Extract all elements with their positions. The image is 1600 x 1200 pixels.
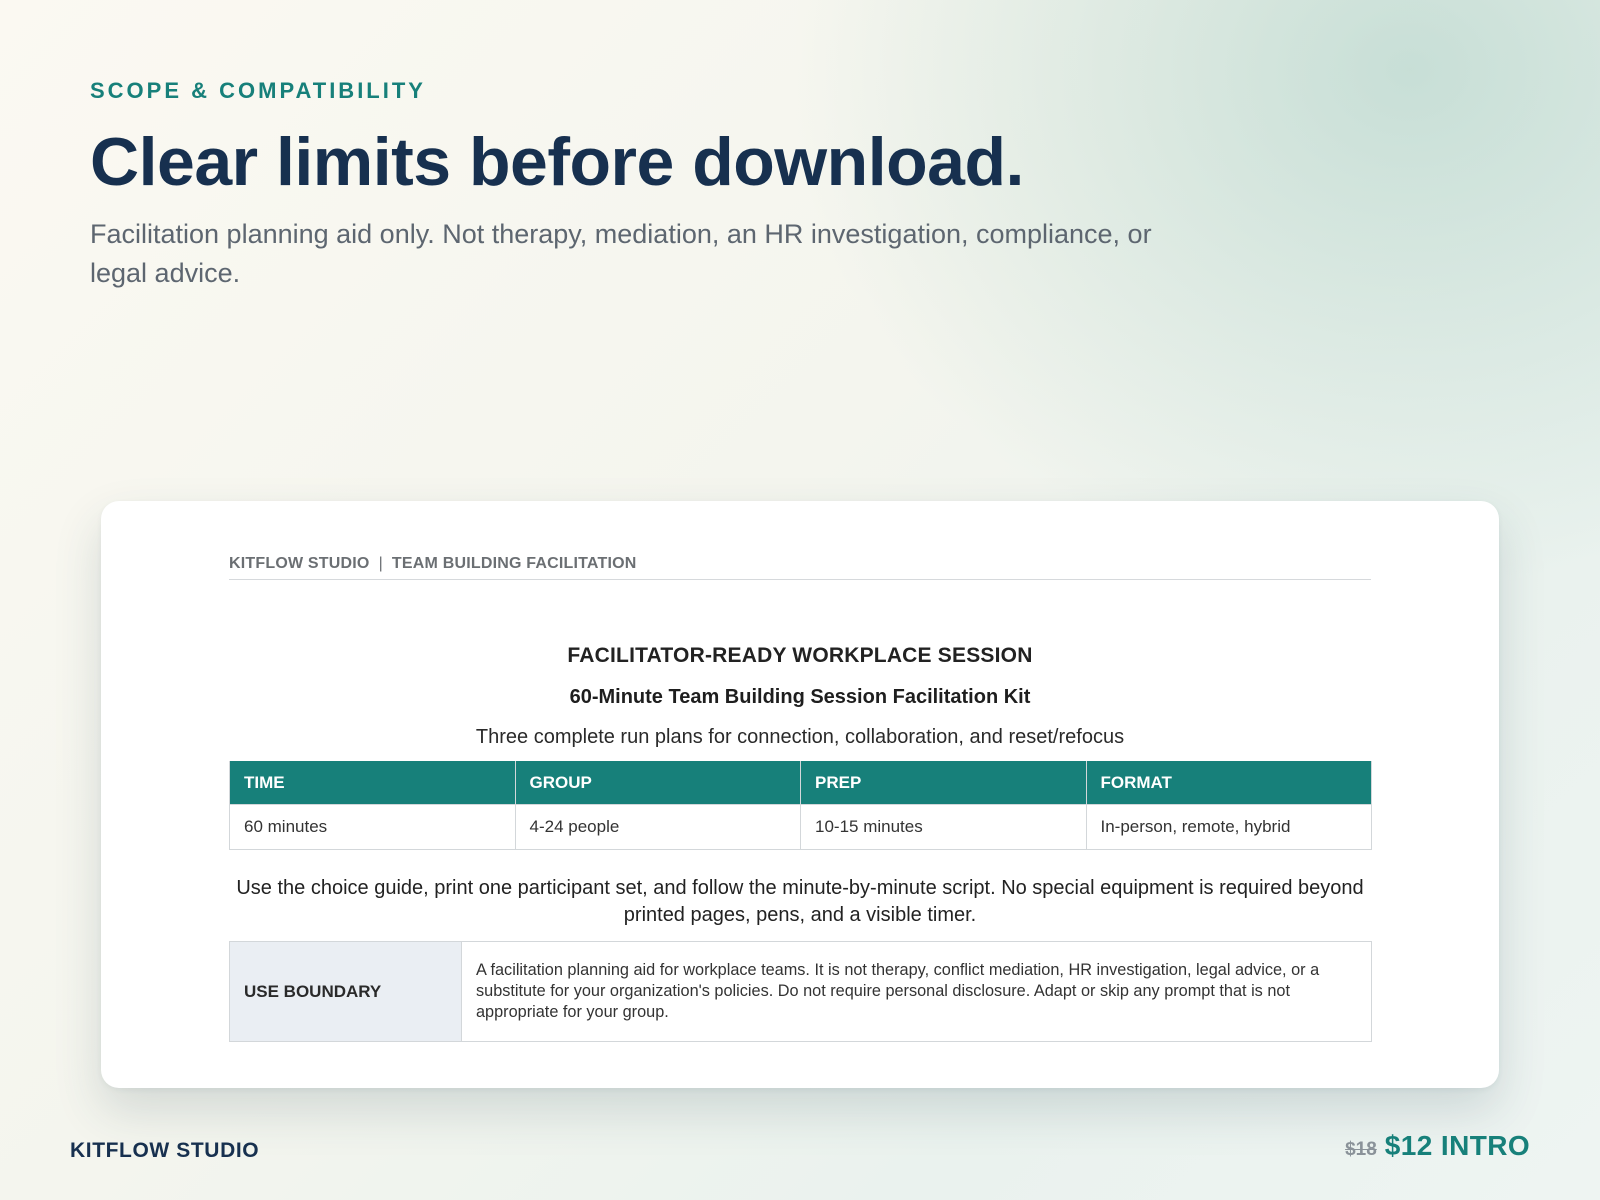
facts-header-format: FORMAT	[1085, 761, 1372, 805]
facts-header-prep: PREP	[800, 761, 1087, 805]
document-tagline: Three complete run plans for connection,…	[475, 726, 1125, 748]
document-title: 60-Minute Team Building Session Facilita…	[569, 686, 1031, 708]
use-boundary-label: USE BOUNDARY	[229, 941, 462, 1042]
footer-brand: KITFLOW STUDIO	[70, 1139, 260, 1162]
document-running-header: KITFLOW STUDIO | TEAM BUILDING FACILITATIO…	[229, 555, 1371, 580]
facts-header-row: TIME GROUP PREP FORMAT	[229, 761, 1372, 805]
document-header-section: TEAM BUILDING FACILITATION	[391, 555, 637, 572]
table-row: 60 minutes 4-24 people 10-15 minutes In-…	[229, 804, 1372, 850]
document-header-brand: KITFLOW STUDIO	[229, 555, 370, 572]
old-price: $18	[1345, 1139, 1377, 1160]
use-boundary-table: USE BOUNDARY A facilitation planning aid…	[229, 941, 1372, 1042]
document-header-separator: |	[378, 555, 383, 572]
facts-header-time: TIME	[229, 761, 516, 805]
use-boundary-text: A facilitation planning aid for workplac…	[461, 941, 1372, 1042]
price-tag: $18 $12 INTRO	[1345, 1130, 1530, 1162]
document-instructions: Use the choice guide, print one particip…	[236, 877, 1364, 926]
facts-value-time: 60 minutes	[229, 804, 516, 850]
document-kicker: FACILITATOR-READY WORKPLACE SESSION	[567, 644, 1033, 667]
document-preview-card: KITFLOW STUDIO | TEAM BUILDING FACILITATIO…	[101, 501, 1499, 1088]
facts-value-prep: 10-15 minutes	[800, 804, 1087, 850]
scope-subtext: Facilitation planning aid only. Not ther…	[90, 219, 1152, 288]
intro-price: $12 INTRO	[1384, 1130, 1530, 1161]
section-eyebrow: SCOPE & COMPATIBILITY	[90, 78, 426, 103]
page-headline: Clear limits before download.	[90, 124, 1024, 200]
table-row: USE BOUNDARY A facilitation planning aid…	[229, 941, 1372, 1042]
facts-value-format: In-person, remote, hybrid	[1085, 804, 1372, 850]
session-facts-table: TIME GROUP PREP FORMAT 60 minutes 4-24 p…	[229, 761, 1372, 850]
facts-header-group: GROUP	[514, 761, 801, 805]
facts-value-group: 4-24 people	[514, 804, 801, 850]
